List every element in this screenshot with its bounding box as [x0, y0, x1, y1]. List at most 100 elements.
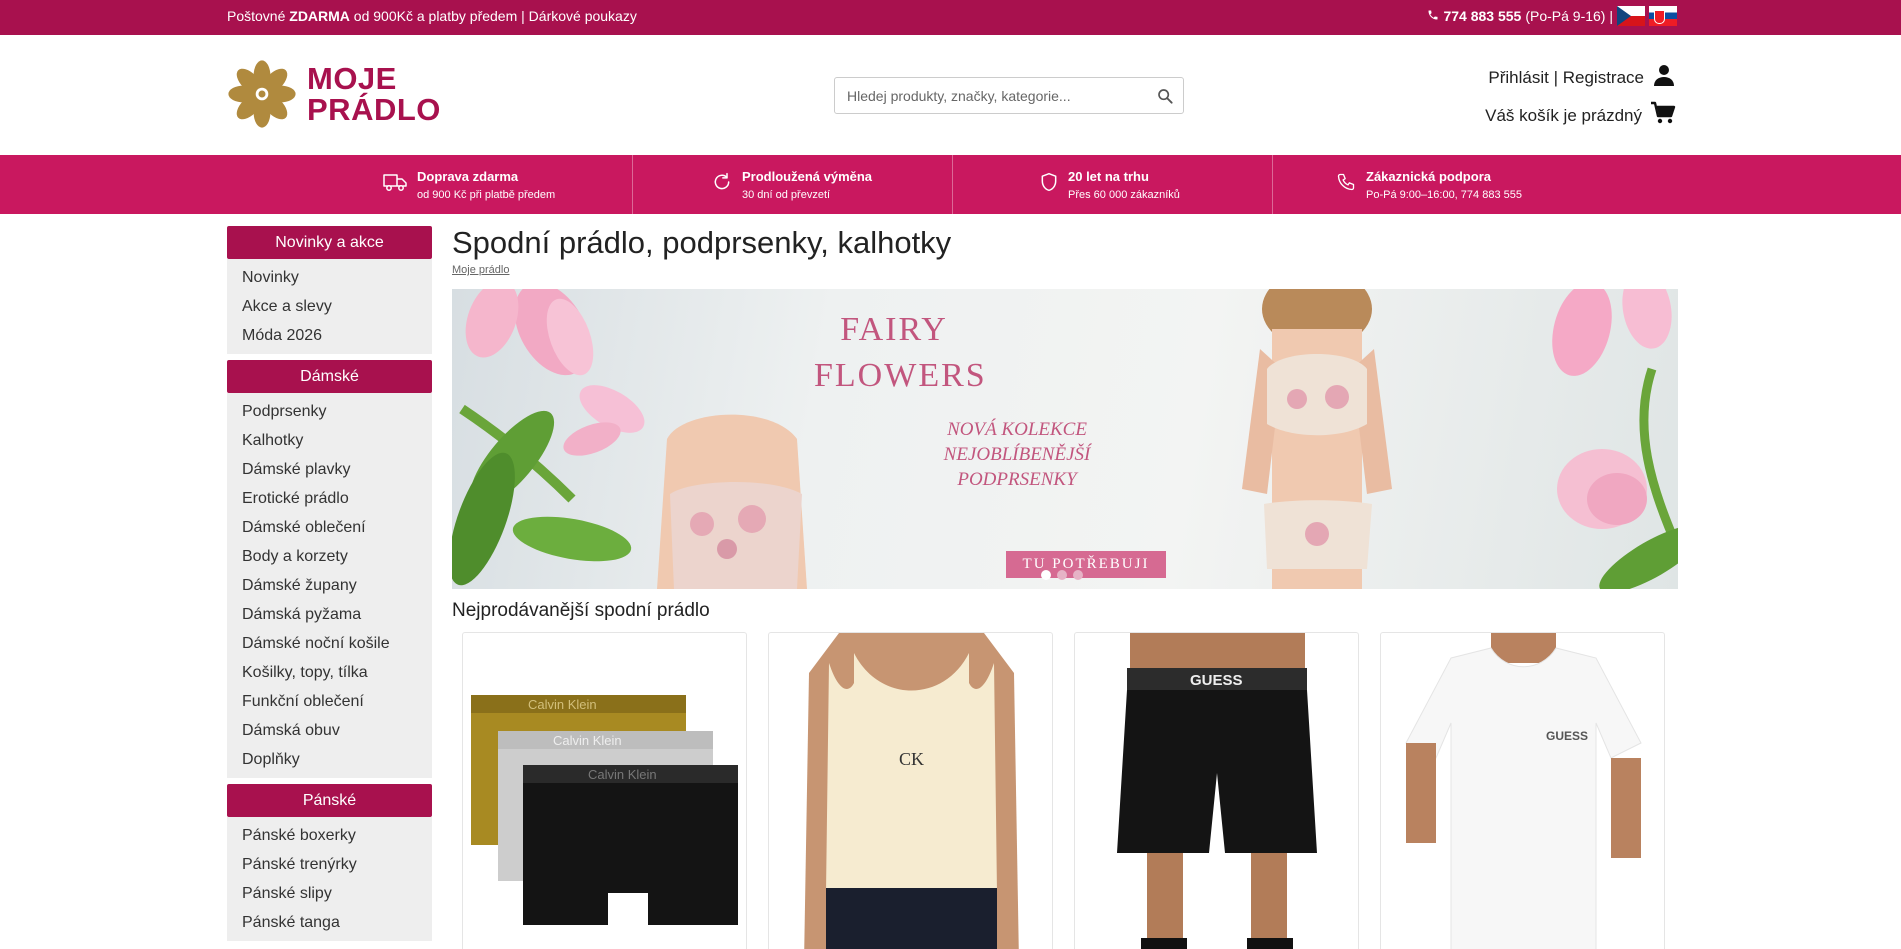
- benefit-title: Prodloužená výměna: [742, 168, 873, 184]
- benefit-title: Doprava zdarma: [417, 168, 519, 184]
- benefit-subtitle: od 900 Kč při platbě předem: [417, 188, 556, 201]
- model-left-icon: [657, 414, 807, 589]
- sidebar-item-tanga[interactable]: Pánské tanga: [227, 908, 432, 937]
- search-box: [834, 77, 1184, 114]
- sidebar-item-funkcni[interactable]: Funkční oblečení: [227, 687, 432, 716]
- benefit-subtitle: Přes 60 000 zákazníků: [1068, 188, 1180, 201]
- banner-headline: FAIRY FLOWERS: [814, 307, 987, 399]
- main-content: Spodní prádlo, podprsenky, kalhotky Moje…: [452, 225, 1678, 949]
- carousel-dot[interactable]: [1041, 570, 1051, 580]
- product-image: GUESS: [1405, 633, 1642, 949]
- sidebar-item-akce[interactable]: Akce a slevy: [227, 292, 432, 321]
- logo-line1: MOJE: [307, 61, 397, 96]
- product-card[interactable]: CK: [768, 632, 1053, 949]
- sidebar-heading-panske[interactable]: Pánské: [227, 784, 432, 817]
- phone-hours: (Po-Pá 9-16) |: [1525, 8, 1613, 24]
- sidebar-item-kosile[interactable]: Dámské noční košile: [227, 629, 432, 658]
- logo[interactable]: MOJE PRÁDLO: [227, 59, 441, 129]
- promo-bold: ZDARMA: [289, 8, 350, 24]
- banner-sub3: PODPRSENKY: [957, 469, 1077, 490]
- benefit-title: Zákaznická podpora: [1366, 168, 1491, 184]
- account-link[interactable]: Přihlásit | Registrace: [1488, 63, 1676, 92]
- sidebar-item-zupany[interactable]: Dámské župany: [227, 571, 432, 600]
- divider: [952, 155, 953, 214]
- banner-sub1: NOVÁ KOLEKCE: [947, 419, 1087, 440]
- phone-icon: [1427, 8, 1439, 24]
- product-brand-label: CK: [899, 749, 924, 769]
- tulip-icon: [1552, 289, 1678, 589]
- promo-prefix: Poštovné: [227, 8, 290, 24]
- search-icon[interactable]: [1147, 78, 1183, 114]
- flower-logo-icon: [228, 60, 296, 128]
- flag-sk-icon[interactable]: [1649, 6, 1677, 26]
- sidebar-item-trenyrky[interactable]: Pánské trenýrky: [227, 850, 432, 879]
- phone-number[interactable]: 774 883 555: [1443, 8, 1521, 24]
- benefits-bar: Doprava zdarma od 900 Kč při platbě před…: [0, 155, 1901, 214]
- product-brand-label: Calvin Klein: [553, 733, 622, 748]
- product-list: Calvin Klein Calvin Klein Calvin Klein C…: [462, 632, 1665, 949]
- product-brand-label: Calvin Klein: [588, 767, 657, 782]
- product-image: Calvin Klein Calvin Klein Calvin Klein: [471, 695, 738, 928]
- product-brand-label: GUESS: [1546, 729, 1588, 743]
- sidebar-item-body[interactable]: Body a korzety: [227, 542, 432, 571]
- logo-line2: PRÁDLO: [307, 92, 441, 127]
- sidebar-list: Novinky Akce a slevy Móda 2026: [227, 259, 432, 354]
- product-image: CK: [804, 633, 1019, 949]
- top-bar: Poštovné ZDARMA od 900Kč a platby předem…: [0, 0, 1901, 35]
- sidebar-item-doplnky[interactable]: Doplňky: [227, 745, 432, 774]
- banner-line2: FLOWERS: [814, 357, 987, 394]
- sidebar-item-slipy[interactable]: Pánské slipy: [227, 879, 432, 908]
- sidebar-item-boxerky[interactable]: Pánské boxerky: [227, 821, 432, 850]
- sidebar-item-podprsenky[interactable]: Podprsenky: [227, 397, 432, 426]
- flag-cz-icon[interactable]: [1617, 6, 1645, 26]
- benefit-title: 20 let na trhu: [1068, 168, 1149, 184]
- benefit-subtitle: Po-Pá 9:00–16:00, 774 883 555: [1366, 188, 1522, 201]
- sidebar-list: Pánské boxerky Pánské trenýrky Pánské sl…: [227, 817, 432, 941]
- benefit-years: 20 let na trhu Přes 60 000 zákazníků: [1040, 155, 1180, 214]
- product-card[interactable]: Calvin Klein Calvin Klein Calvin Klein: [462, 632, 747, 949]
- product-brand-label: Calvin Klein: [528, 697, 597, 712]
- sidebar-item-topy[interactable]: Košilky, topy, tílka: [227, 658, 432, 687]
- banner-sub2: NEJOBLÍBENĚJŠÍ: [943, 444, 1091, 465]
- benefit-shipping: Doprava zdarma od 900 Kč při platbě před…: [383, 155, 555, 214]
- cart-text: Váš košík je prázdný: [1485, 105, 1642, 125]
- carousel-dot[interactable]: [1073, 570, 1083, 580]
- truck-icon: [383, 171, 407, 198]
- sidebar-item-pyzama[interactable]: Dámská pyžama: [227, 600, 432, 629]
- carousel-dot[interactable]: [1057, 570, 1067, 580]
- cart-icon: [1650, 101, 1676, 130]
- refresh-icon: [712, 172, 732, 197]
- breadcrumb[interactable]: Moje prádlo: [452, 264, 509, 276]
- phone-icon: [1336, 172, 1356, 197]
- product-brand-label: GUESS: [1190, 672, 1243, 689]
- sidebar-item-novinky[interactable]: Novinky: [227, 263, 432, 292]
- sidebar-item-eroticke[interactable]: Erotické prádlo: [227, 484, 432, 513]
- sidebar-nav: Novinky a akce Novinky Akce a slevy Móda…: [227, 226, 432, 947]
- benefit-subtitle: 30 dní od převzetí: [742, 188, 831, 201]
- header: MOJE PRÁDLO Přihlásit | Registrace Váš k…: [0, 35, 1901, 155]
- sidebar-item-kalhotky[interactable]: Kalhotky: [227, 426, 432, 455]
- tulip-icon: [452, 289, 645, 586]
- promo-text[interactable]: Poštovné ZDARMA od 900Kč a platby předem…: [227, 8, 637, 24]
- product-card[interactable]: GUESS: [1380, 632, 1665, 949]
- search-input[interactable]: [835, 78, 1147, 113]
- account-text: Přihlásit | Registrace: [1488, 67, 1644, 87]
- model-right-icon: [1242, 289, 1392, 589]
- page-title: Spodní prádlo, podprsenky, kalhotky: [452, 225, 952, 260]
- sidebar-heading-damske[interactable]: Dámské: [227, 360, 432, 393]
- sidebar-item-moda[interactable]: Móda 2026: [227, 321, 432, 350]
- banner-line1: FAIRY: [840, 311, 948, 348]
- shield-icon: [1040, 172, 1058, 197]
- product-card[interactable]: GUESS: [1074, 632, 1359, 949]
- promo-banner[interactable]: FAIRY FLOWERS NOVÁ KOLEKCE NEJOBLÍBENĚJŠ…: [452, 289, 1678, 589]
- sidebar-item-obuv[interactable]: Dámská obuv: [227, 716, 432, 745]
- product-image: GUESS: [1117, 633, 1317, 949]
- sidebar-list: Podprsenky Kalhotky Dámské plavky Erotic…: [227, 393, 432, 778]
- sidebar-item-obleceni[interactable]: Dámské oblečení: [227, 513, 432, 542]
- benefit-support: Zákaznická podpora Po-Pá 9:00–16:00, 774…: [1336, 155, 1522, 214]
- sidebar-heading-novinky[interactable]: Novinky a akce: [227, 226, 432, 259]
- sidebar-item-plavky[interactable]: Dámské plavky: [227, 455, 432, 484]
- banner-cta-button[interactable]: TU POTŘEBUJI: [1006, 551, 1166, 578]
- cart-link[interactable]: Váš košík je prázdný: [1485, 101, 1676, 130]
- divider: [632, 155, 633, 214]
